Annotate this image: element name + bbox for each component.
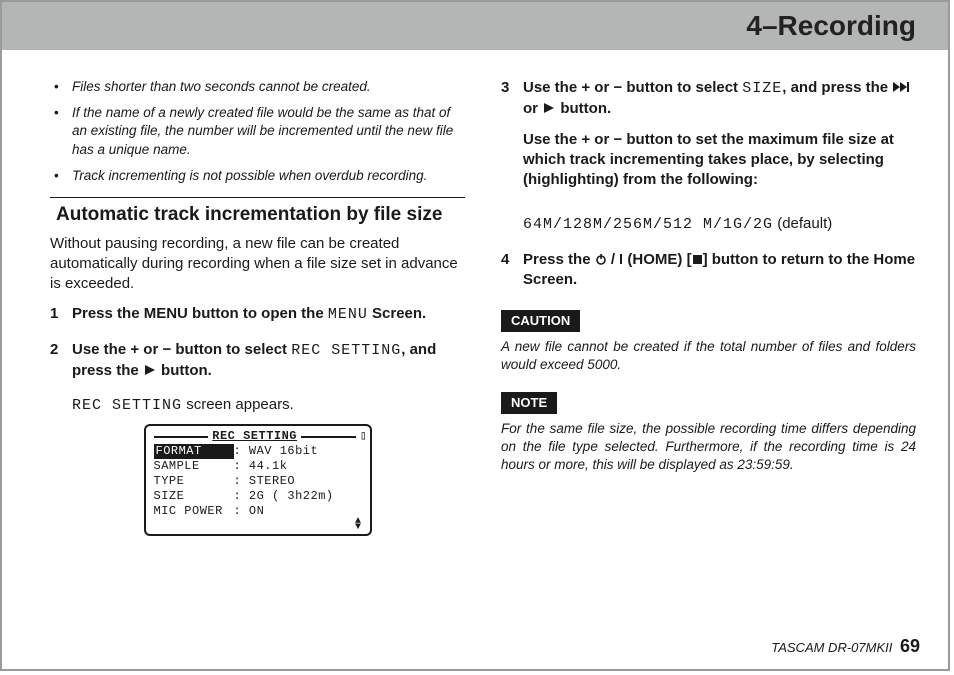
caution-badge: CAUTION [501, 310, 580, 332]
menu-label: MENU [328, 306, 368, 323]
step-body: Press the MENU button to open the MENU S… [72, 304, 465, 325]
text: button. [556, 100, 611, 117]
bullet-list: Files shorter than two seconds cannot be… [50, 78, 465, 185]
text: button. [157, 362, 212, 379]
divider-icon [619, 253, 623, 265]
screen-row: SAMPLE: 44.1k [148, 459, 368, 474]
text: (HOME) [ [627, 251, 691, 268]
step-number: 1 [50, 304, 72, 325]
text: (default) [773, 215, 832, 232]
screen-title: REC SETTING [212, 429, 297, 444]
page-content: Files shorter than two seconds cannot be… [2, 50, 948, 546]
chapter-title: 4–Recording [746, 10, 916, 42]
screen-titlebar: REC SETTING ▯ [148, 429, 368, 444]
screen-key: FORMAT [154, 444, 234, 459]
screen-row: SIZE: 2G ( 3h22m) [148, 489, 368, 504]
text: Press the MENU button to open the [72, 305, 328, 322]
text: screen appears. [182, 396, 294, 413]
size-label: SIZE [742, 80, 782, 97]
caution-text: A new file cannot be created if the tota… [501, 338, 916, 374]
bullet-item: If the name of a newly created file woul… [50, 104, 465, 159]
screen-value: : 2G ( 3h22m) [234, 489, 362, 504]
lcd-screen-figure: REC SETTING ▯ FORMAT: WAV 16bit SAMPLE: … [144, 424, 372, 536]
note-badge: NOTE [501, 392, 557, 414]
stop-icon [692, 254, 703, 265]
screen-key: SIZE [154, 489, 234, 504]
screen-key: MIC POWER [154, 504, 234, 519]
step-body: Use the + or − button to select REC SETT… [72, 340, 465, 382]
step-2: 2 Use the + or − button to select REC SE… [50, 340, 465, 382]
size-options: 64M/128M/256M/512 M/1G/2G (default) [523, 214, 916, 235]
screen-row: TYPE: STEREO [148, 474, 368, 489]
step-3: 3 Use the + or − button to select SIZE, … [501, 78, 916, 200]
step-2-sub: REC SETTING screen appears. [50, 395, 465, 416]
bullet-item: Track incrementing is not possible when … [50, 167, 465, 185]
step-1: 1 Press the MENU button to open the MENU… [50, 304, 465, 325]
left-column: Files shorter than two seconds cannot be… [50, 78, 465, 536]
screen-value: : WAV 16bit [234, 444, 362, 459]
bullet-item: Files shorter than two seconds cannot be… [50, 78, 465, 96]
screen-key: SAMPLE [154, 459, 234, 474]
step-body: Use the + or − button to select SIZE, an… [523, 78, 916, 200]
fast-forward-icon [892, 81, 912, 93]
text: Screen. [368, 305, 426, 322]
play-icon [542, 102, 556, 114]
step-number: 4 [501, 250, 523, 291]
text: , and press the [782, 79, 892, 96]
text: or [523, 100, 542, 117]
text: Press the [523, 251, 595, 268]
scroll-arrow-icon: ▲▼ [148, 519, 368, 531]
text: Use the + or − button to select [72, 341, 291, 358]
step-body: Press the / (HOME) [] button to return t… [523, 250, 916, 291]
intro-paragraph: Without pausing recording, a new file ca… [50, 234, 465, 295]
page-footer: TASCAM DR-07MKII 69 [771, 636, 920, 657]
power-icon [595, 253, 607, 265]
size-options-values: 64M/128M/256M/512 M/1G/2G [523, 216, 773, 233]
page-number: 69 [900, 636, 920, 656]
step-number: 2 [50, 340, 72, 382]
section-heading: Automatic track incrementation by file s… [50, 202, 465, 228]
note-text: For the same file size, the possible rec… [501, 420, 916, 475]
play-icon [143, 364, 157, 376]
screen-value: : STEREO [234, 474, 362, 489]
screen-value: : ON [234, 504, 362, 519]
section-rule [50, 197, 465, 198]
text: Use the + or − button to select [523, 79, 742, 96]
right-column: 3 Use the + or − button to select SIZE, … [501, 78, 916, 536]
screen-row: FORMAT: WAV 16bit [148, 444, 368, 459]
rec-setting-label: REC SETTING [72, 397, 182, 414]
rec-setting-label: REC SETTING [291, 342, 401, 359]
step-3-paragraph-2: Use the + or − button to set the maximum… [523, 130, 916, 191]
step-4: 4 Press the / (HOME) [] button to return… [501, 250, 916, 291]
header-band: 4–Recording [2, 2, 948, 50]
screen-key: TYPE [154, 474, 234, 489]
screen-value: : 44.1k [234, 459, 362, 474]
step-number: 3 [501, 78, 523, 200]
screen-row: MIC POWER: ON [148, 504, 368, 519]
product-name: TASCAM DR-07MKII [771, 640, 892, 655]
battery-icon: ▯ [360, 429, 368, 444]
